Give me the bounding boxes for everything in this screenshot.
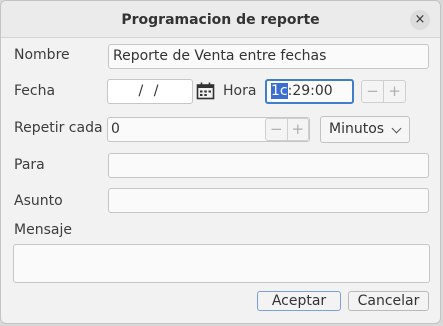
repetir-decrement-button[interactable]: −	[266, 119, 287, 140]
repetir-value: 0	[111, 121, 120, 137]
cancel-button[interactable]: Cancelar	[348, 291, 429, 311]
fecha-field[interactable]: / /	[107, 79, 193, 104]
calendar-icon[interactable]	[196, 82, 215, 100]
unit-dropdown[interactable]: Minutos	[320, 116, 410, 143]
hora-label: Hora	[223, 83, 257, 99]
close-button[interactable]: ×	[410, 10, 430, 30]
mensaje-label: Mensaje	[14, 222, 72, 238]
chevron-down-icon	[391, 123, 402, 134]
fecha-value: / /	[138, 83, 162, 99]
hora-increment-button[interactable]: +	[383, 81, 405, 102]
mensaje-textarea[interactable]	[13, 244, 430, 283]
nombre-field[interactable]: Reporte de Venta entre fechas	[108, 44, 429, 69]
nombre-value: Reporte de Venta entre fechas	[113, 48, 327, 64]
dialog-title: Programacion de reporte	[121, 12, 320, 28]
fecha-label: Fecha	[14, 83, 56, 99]
hora-selected-text: 1c	[271, 83, 288, 99]
repetir-label: Repetir cada	[14, 120, 103, 136]
hora-spin-buttons: − +	[361, 80, 406, 103]
schedule-report-dialog: Programacion de reporte × Nombre Reporte…	[0, 0, 441, 324]
unit-dropdown-value: Minutos	[329, 121, 385, 137]
hora-decrement-button[interactable]: −	[362, 81, 383, 102]
para-field[interactable]	[108, 153, 429, 178]
accept-button[interactable]: Aceptar	[257, 291, 341, 311]
asunto-field[interactable]	[108, 188, 429, 213]
close-icon[interactable]: ×	[415, 12, 426, 27]
hora-value: :29:00	[287, 83, 333, 99]
nombre-label: Nombre	[14, 47, 70, 63]
repetir-increment-button[interactable]: +	[286, 119, 309, 140]
title-bar: Programacion de reporte ×	[1, 1, 440, 38]
hora-field[interactable]: 1c:29:00	[265, 79, 354, 104]
repetir-spin-buttons: − +	[265, 118, 309, 141]
asunto-label: Asunto	[14, 193, 63, 209]
para-label: Para	[14, 157, 45, 173]
